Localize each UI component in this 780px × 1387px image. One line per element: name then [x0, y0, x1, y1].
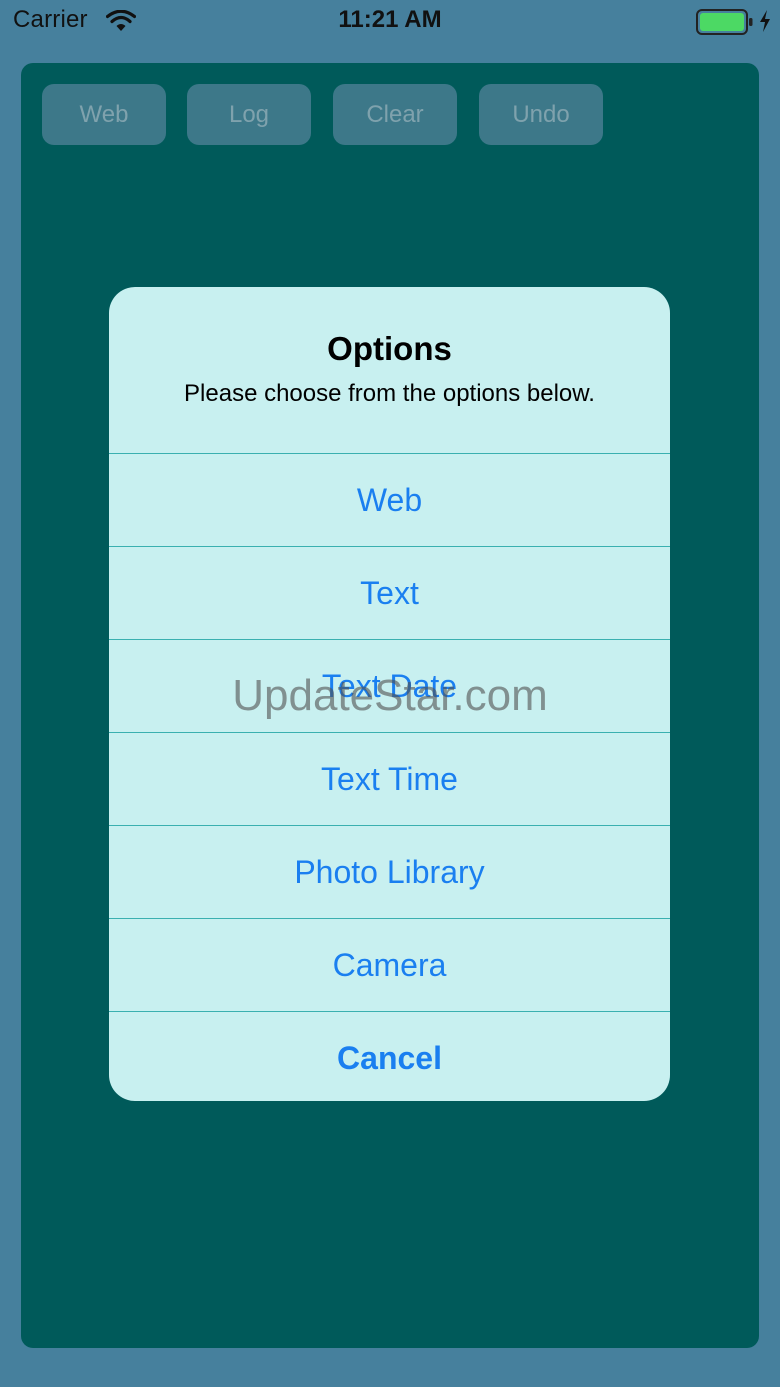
cancel-button[interactable]: Cancel	[109, 1011, 670, 1101]
battery-icon	[696, 9, 753, 35]
clear-button[interactable]: Clear	[333, 84, 457, 145]
alert-message: Please choose from the options below.	[184, 380, 595, 407]
alert-header: Options Please choose from the options b…	[109, 287, 670, 453]
web-option-button[interactable]: Web	[109, 453, 670, 546]
web-button[interactable]: Web	[42, 84, 166, 145]
charging-bolt-icon	[760, 10, 770, 32]
photo-library-option-button[interactable]: Photo Library	[109, 825, 670, 918]
text-time-option-button[interactable]: Text Time	[109, 732, 670, 825]
status-bar: Carrier 11:21 AM	[0, 0, 780, 44]
options-alert-dialog: Options Please choose from the options b…	[109, 287, 670, 1101]
log-button[interactable]: Log	[187, 84, 311, 145]
camera-option-button[interactable]: Camera	[109, 918, 670, 1011]
alert-title: Options	[327, 330, 452, 367]
text-date-option-button[interactable]: Text Date	[109, 639, 670, 732]
clock-time: 11:21 AM	[338, 6, 442, 33]
text-option-button[interactable]: Text	[109, 546, 670, 639]
undo-button[interactable]: Undo	[479, 84, 603, 145]
